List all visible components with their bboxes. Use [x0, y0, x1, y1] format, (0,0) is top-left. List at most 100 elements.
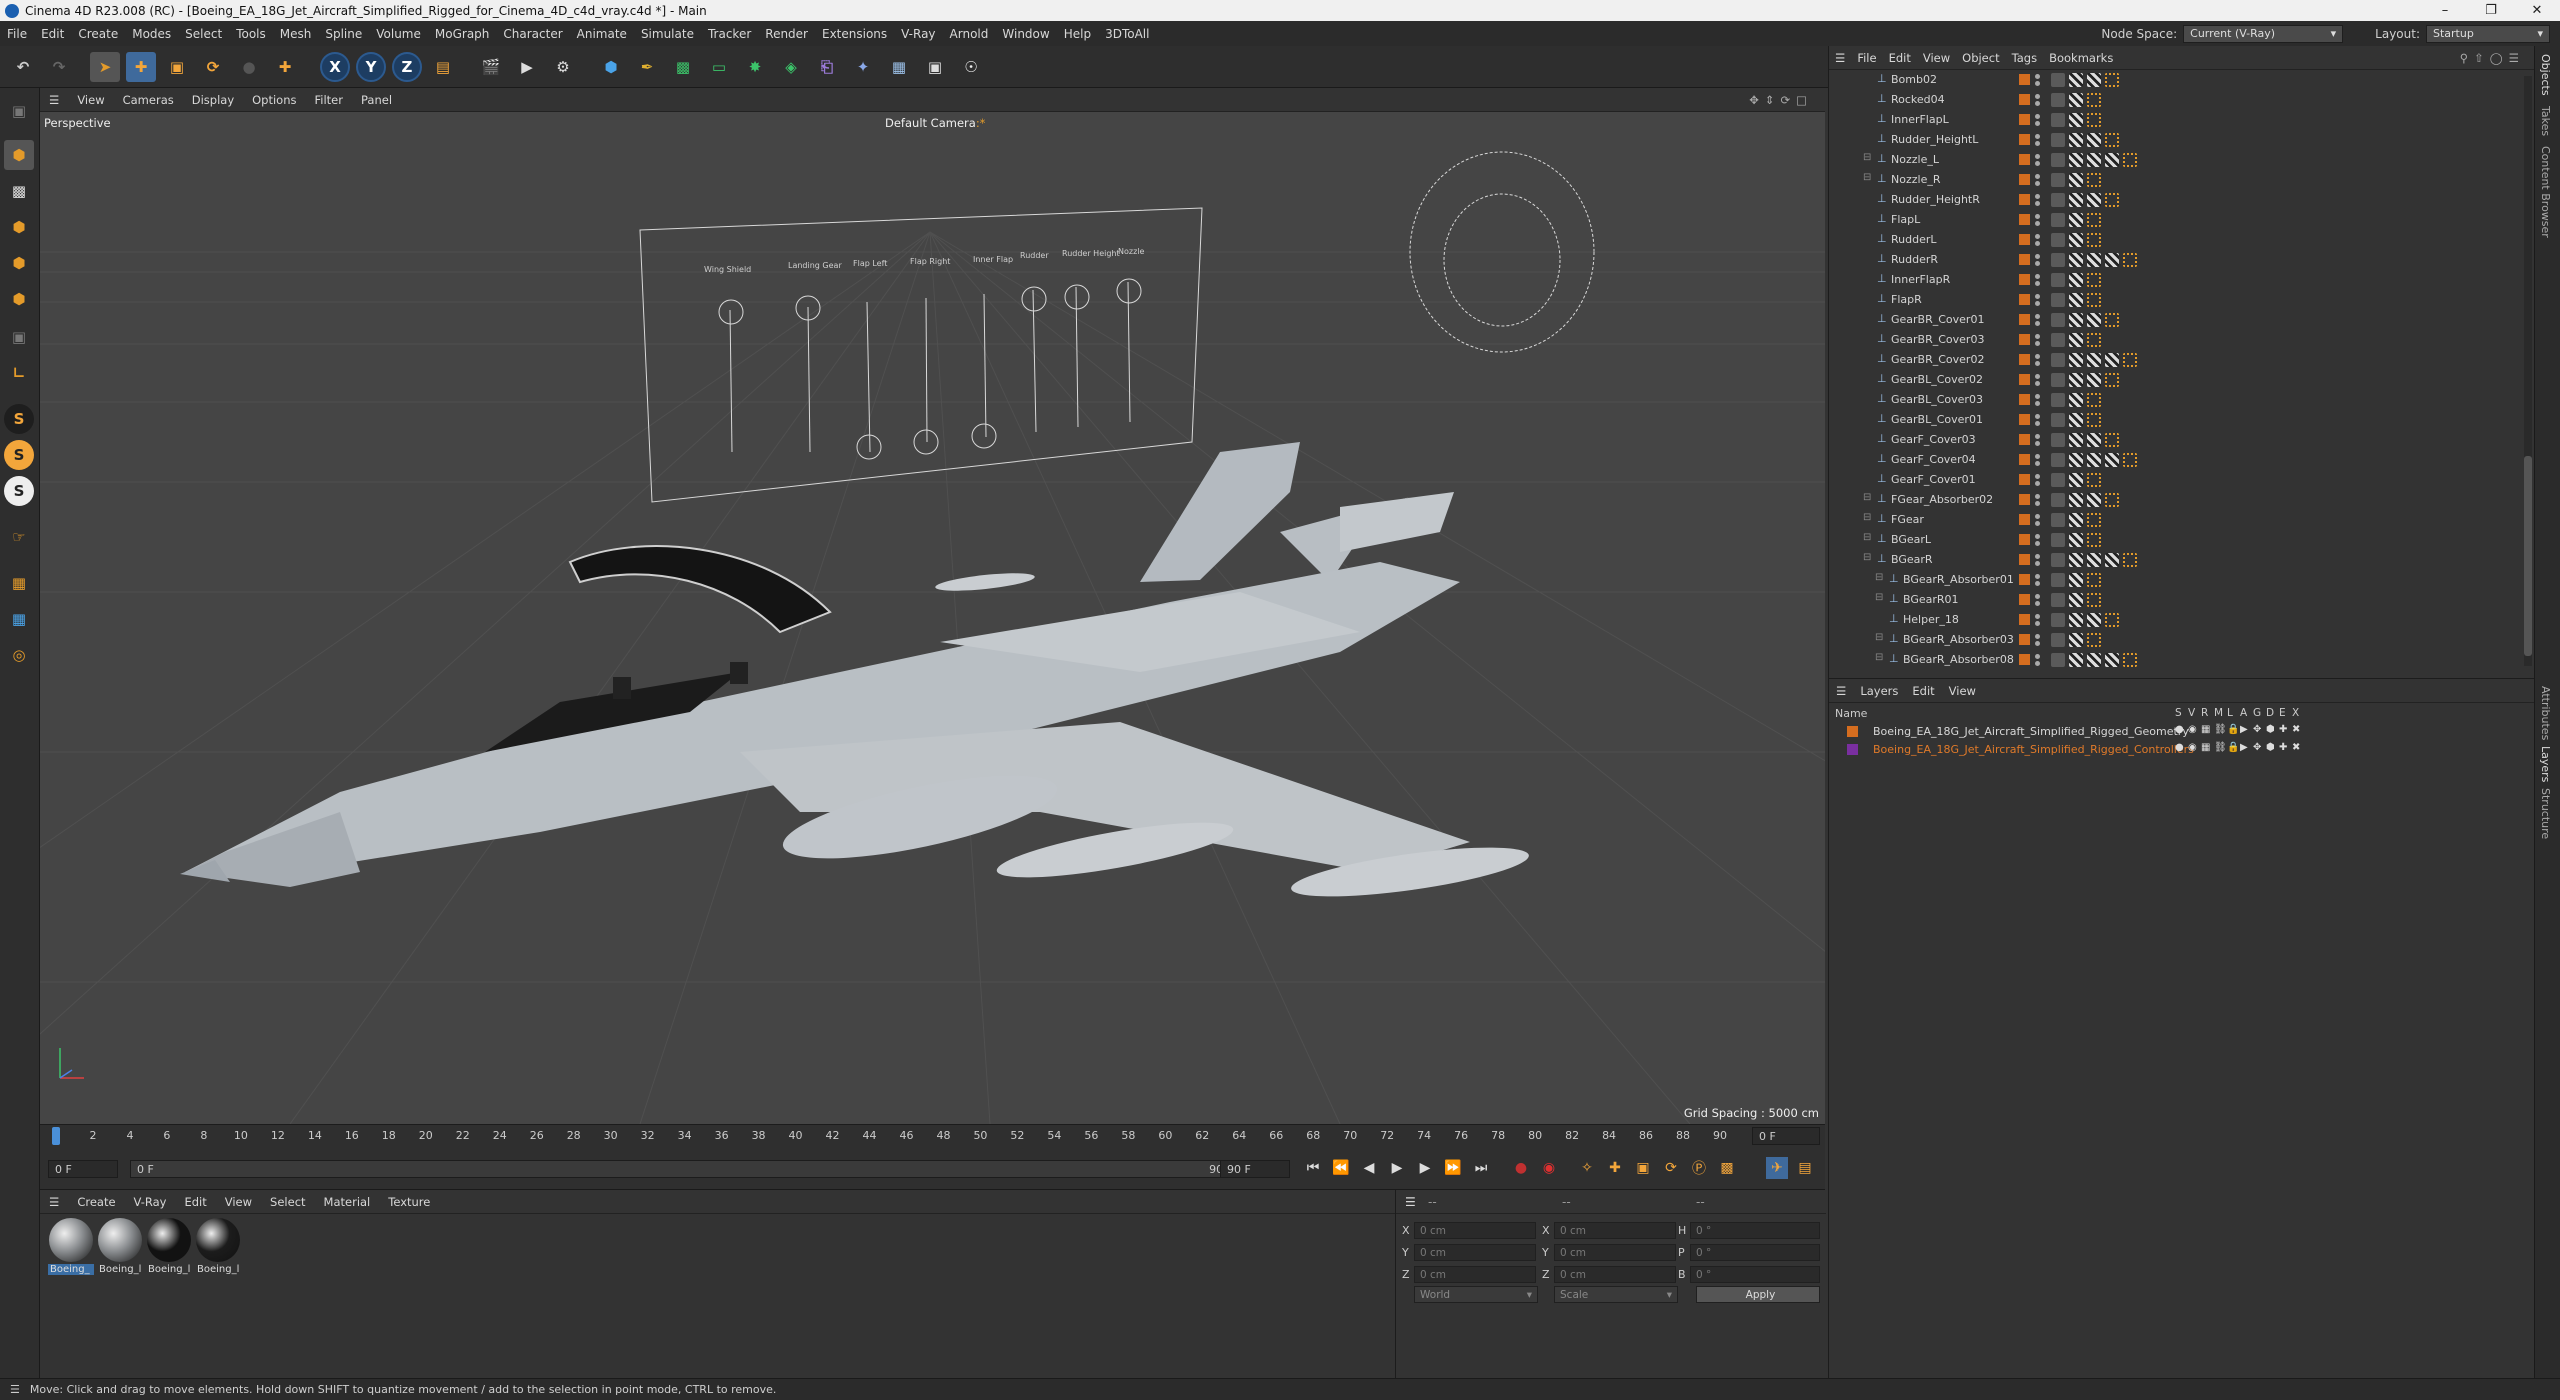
object-tag-icon[interactable] [2051, 73, 2065, 87]
layer-color-swatch[interactable] [2019, 274, 2030, 285]
key-scale-icon[interactable]: ▣ [1632, 1157, 1654, 1179]
object-tag-icon[interactable] [2051, 433, 2065, 447]
object-tag-icon[interactable] [2105, 313, 2119, 327]
object-tag-icon[interactable] [2087, 93, 2101, 107]
render-visibility-dot[interactable] [2035, 661, 2040, 666]
object-tag-icon[interactable] [2069, 613, 2083, 627]
workplane-snap-button[interactable]: S [4, 476, 34, 506]
object-row[interactable]: ⊟ ⊥ Nozzle_L [1829, 150, 2519, 170]
editor-visibility-dot[interactable] [2035, 274, 2040, 279]
render-visibility-dot[interactable] [2035, 101, 2040, 106]
object-row[interactable]: ⊟ ⊥ BGearL [1829, 530, 2519, 550]
object-tag-icon[interactable] [2087, 373, 2101, 387]
scale-tool-icon[interactable]: ▣ [162, 52, 192, 82]
object-tag-icon[interactable] [2087, 153, 2101, 167]
axis-mode-icon[interactable]: ∟ [4, 358, 34, 388]
object-tag-icon[interactable] [2051, 613, 2065, 627]
coordinate-system-icon[interactable]: ▤ [428, 52, 458, 82]
cube-primitive-icon[interactable]: ⬢ [596, 52, 626, 82]
object-tag-icon[interactable] [2087, 633, 2101, 647]
object-tag-icon[interactable] [2123, 153, 2137, 167]
render-visibility-dot[interactable] [2035, 301, 2040, 306]
subdivision-icon[interactable]: ▩ [668, 52, 698, 82]
object-tag-icon[interactable] [2105, 73, 2119, 87]
menu-mesh[interactable]: Mesh [273, 27, 319, 41]
layer-toggle-icon[interactable]: ▶ [2240, 724, 2248, 735]
object-tag-icon[interactable] [2069, 433, 2083, 447]
editor-visibility-dot[interactable] [2035, 174, 2040, 179]
viewport-menu-display[interactable]: Display [183, 93, 243, 107]
material-swatch[interactable]: Boeing_l [97, 1218, 143, 1275]
object-row[interactable]: ⊥ Rudder_HeightL [1829, 130, 2519, 150]
viewport-menu-panel[interactable]: Panel [352, 93, 401, 107]
menu-help[interactable]: Help [1057, 27, 1098, 41]
object-tag-icon[interactable] [2069, 633, 2083, 647]
viewport-menu-options[interactable]: Options [243, 93, 305, 107]
menu-file[interactable]: File [0, 27, 34, 41]
recent-tool-icon[interactable]: ● [234, 52, 264, 82]
status-hamburger-icon[interactable]: ☰ [0, 1383, 30, 1396]
expand-toggle-icon[interactable]: ⊟ [1875, 592, 1883, 603]
play-icon[interactable]: ▶ [1386, 1157, 1408, 1179]
editor-visibility-dot[interactable] [2035, 234, 2040, 239]
object-tag-icon[interactable] [2051, 233, 2065, 247]
object-tag-icon[interactable] [2069, 373, 2083, 387]
editor-visibility-dot[interactable] [2035, 434, 2040, 439]
render-visibility-dot[interactable] [2035, 481, 2040, 486]
object-tag-icon[interactable] [2105, 373, 2119, 387]
side-tab-content-browser[interactable]: Content Browser [2539, 146, 2552, 238]
render-visibility-dot[interactable] [2035, 341, 2040, 346]
deformer-icon[interactable]: ⎗ [812, 52, 842, 82]
render-visibility-dot[interactable] [2035, 241, 2040, 246]
layer-column-header[interactable]: X [2292, 707, 2299, 719]
layer-color-swatch[interactable] [2019, 454, 2030, 465]
render-visibility-dot[interactable] [2035, 381, 2040, 386]
material-menu-create[interactable]: Create [68, 1195, 124, 1209]
layer-column-header[interactable]: D [2266, 707, 2274, 719]
object-row[interactable]: ⊥ Bomb02 [1829, 70, 2519, 90]
menu-edit[interactable]: Edit [34, 27, 71, 41]
object-manager-search-icons[interactable]: ⚲⇧◯☰ [2460, 51, 2525, 65]
object-row[interactable]: ⊥ Helper_18 [1829, 610, 2519, 630]
side-tab-structure[interactable]: Structure [2539, 788, 2552, 839]
object-tag-icon[interactable] [2069, 573, 2083, 587]
object-tag-icon[interactable] [2087, 593, 2101, 607]
object-menu-edit[interactable]: Edit [1883, 51, 1917, 65]
object-tag-icon[interactable] [2105, 193, 2119, 207]
current-frame-field[interactable]: 0 F [1752, 1127, 1820, 1145]
object-row[interactable]: ⊥ GearBR_Cover02 [1829, 350, 2519, 370]
layer-toggle-icon[interactable]: ▦ [2201, 724, 2210, 735]
object-row[interactable]: ⊥ GearF_Cover01 [1829, 470, 2519, 490]
minimize-icon[interactable]: – [2422, 3, 2468, 18]
object-row[interactable]: ⊥ Rocked04 [1829, 90, 2519, 110]
layer-color-swatch[interactable] [2019, 594, 2030, 605]
object-tag-icon[interactable] [2069, 533, 2083, 547]
menu-character[interactable]: Character [496, 27, 569, 41]
x-axis-lock-button[interactable]: X [320, 52, 350, 82]
menu-select[interactable]: Select [178, 27, 229, 41]
maximize-icon[interactable]: ❐ [2468, 3, 2514, 18]
object-tag-icon[interactable] [2105, 553, 2119, 567]
layer-color-swatch[interactable] [2019, 634, 2030, 645]
next-frame-icon[interactable]: ▶ [1414, 1157, 1436, 1179]
object-tag-icon[interactable] [2069, 473, 2083, 487]
key-parameter-icon[interactable]: Ⓟ [1688, 1157, 1710, 1179]
menu-window[interactable]: Window [995, 27, 1056, 41]
layer-toggle-icon[interactable]: ◉ [2188, 742, 2197, 753]
layer-color-swatch[interactable] [2019, 134, 2030, 145]
object-tag-icon[interactable] [2087, 73, 2101, 87]
menu-create[interactable]: Create [71, 27, 125, 41]
render-visibility-dot[interactable] [2035, 621, 2040, 626]
next-key-icon[interactable]: ⏩ [1442, 1157, 1464, 1179]
object-row[interactable]: ⊥ GearBL_Cover02 [1829, 370, 2519, 390]
object-tag-icon[interactable] [2105, 353, 2119, 367]
coord-value-field[interactable]: 0 cm [1414, 1244, 1536, 1261]
object-tag-icon[interactable] [2105, 253, 2119, 267]
y-axis-lock-button[interactable]: Y [356, 52, 386, 82]
object-tag-icon[interactable] [2069, 293, 2083, 307]
render-visibility-dot[interactable] [2035, 181, 2040, 186]
layer-toggle-icon[interactable]: ✚ [2279, 724, 2287, 735]
field-icon[interactable]: ✦ [848, 52, 878, 82]
material-menu-view[interactable]: View [216, 1195, 261, 1209]
object-tag-icon[interactable] [2105, 133, 2119, 147]
